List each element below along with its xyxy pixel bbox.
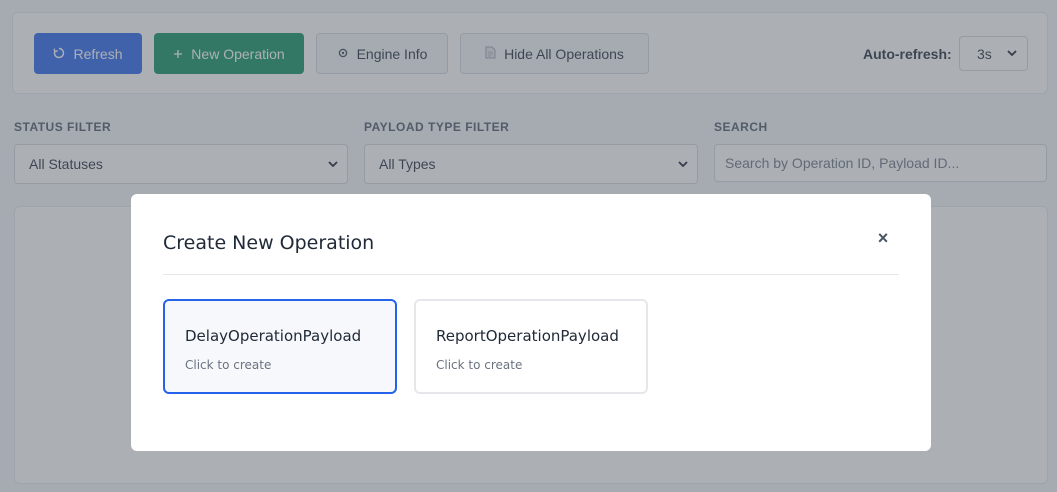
- modal-divider: [163, 274, 899, 275]
- payload-type-subtitle: Click to create: [185, 358, 272, 372]
- payload-type-card-report[interactable]: ReportOperationPayload Click to create: [414, 299, 648, 394]
- modal-title: Create New Operation: [163, 232, 375, 254]
- payload-type-subtitle: Click to create: [436, 358, 523, 372]
- payload-type-name: DelayOperationPayload: [185, 327, 362, 345]
- payload-type-name: ReportOperationPayload: [436, 327, 619, 345]
- payload-type-card-delay[interactable]: DelayOperationPayload Click to create: [163, 299, 397, 394]
- close-icon[interactable]: ×: [875, 228, 891, 248]
- create-operation-modal: Create New Operation × DelayOperationPay…: [131, 194, 931, 451]
